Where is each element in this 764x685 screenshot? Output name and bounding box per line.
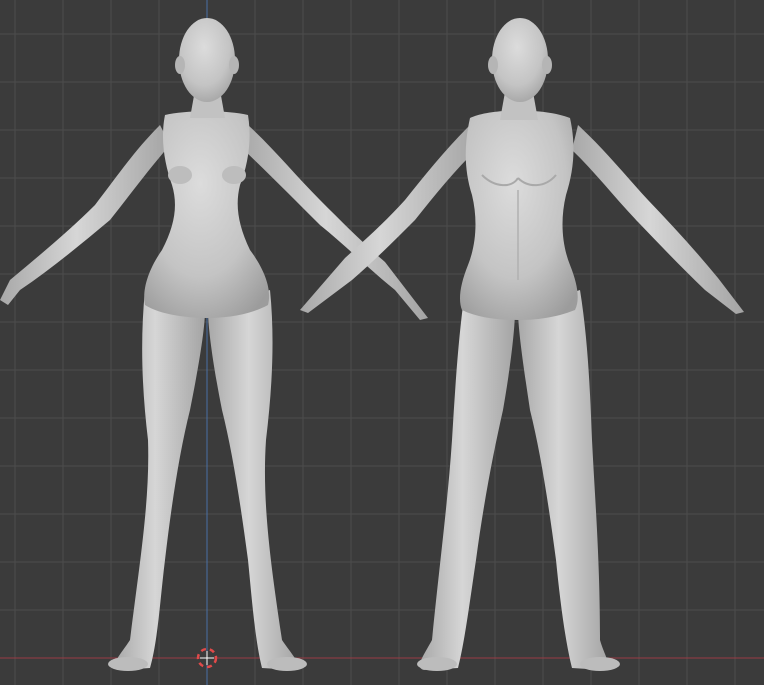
male-right-leg (518, 290, 609, 670)
female-ear-left (175, 56, 185, 74)
male-left-foot (417, 657, 457, 671)
female-head (179, 18, 235, 102)
female-ear-right (229, 56, 239, 74)
3d-cursor-icon[interactable] (196, 647, 218, 669)
female-right-leg (208, 290, 299, 670)
female-chest-left (168, 166, 192, 184)
male-base-mesh[interactable] (300, 18, 744, 671)
male-ear-right (542, 56, 552, 74)
male-ear-left (488, 56, 498, 74)
male-torso (460, 110, 578, 320)
male-right-arm (572, 125, 744, 314)
female-base-mesh[interactable] (0, 18, 428, 671)
male-right-foot (580, 657, 620, 671)
female-left-leg (114, 290, 205, 670)
female-left-foot (108, 657, 148, 671)
male-head (492, 18, 548, 102)
3d-viewport[interactable] (0, 0, 764, 685)
viewport-grid (0, 0, 764, 685)
female-chest-right (222, 166, 246, 184)
male-left-leg (419, 290, 515, 670)
viewport-canvas[interactable] (0, 0, 764, 685)
female-right-foot (267, 657, 307, 671)
female-left-arm (0, 125, 170, 305)
